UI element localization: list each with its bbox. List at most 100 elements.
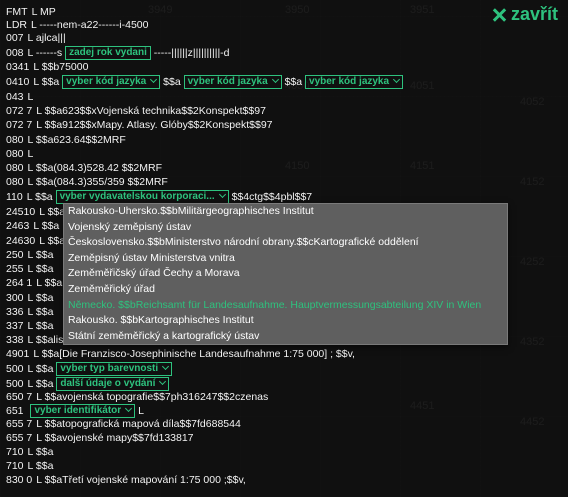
marc-tag: 080	[6, 148, 24, 160]
marc-line: 0341 L $$b75000	[6, 61, 88, 74]
marc-tag: 072 7	[6, 119, 33, 131]
marc-value: L $$a912$$xMapy. Atlasy. Glóby$$2Konspek…	[36, 119, 273, 131]
marc-tag: 336	[6, 306, 24, 318]
marc-line: 250 L $$a	[6, 249, 53, 262]
marc-line: 336 L $$a	[6, 306, 53, 319]
marc-line: 080 L $$a623.64$$2MRF	[6, 134, 126, 147]
marc-tag: 24630	[6, 235, 36, 247]
marc-tag: 655 7	[6, 418, 33, 430]
marc-tag: LDR	[6, 19, 28, 31]
marc-tag: 043	[6, 91, 24, 103]
marc-record-panel: zavřít FMT L MP LDR L -----nem-a22------i-…	[0, 0, 568, 497]
identifier-select[interactable]: vyber identifikátor	[30, 404, 136, 418]
marc-value: L -----nem-a22------i-4500	[31, 19, 149, 31]
marc-tag: 0410	[6, 75, 30, 88]
edition-info-select[interactable]: další údaje o vydání	[56, 377, 170, 391]
marc-line: 337 L $$a	[6, 320, 53, 333]
marc-line: 072 7L $$a912$$xMapy. Atlasy. Glóby$$2Ko…	[6, 119, 273, 132]
marc-tag: 007	[6, 32, 24, 44]
marc-value: L $$a	[26, 190, 53, 203]
marc-line: 651 vyber identifikátor L	[6, 404, 144, 418]
marc-tag: 710	[6, 460, 24, 472]
chevron-down-icon	[218, 190, 226, 199]
marc-line: 264 1L $$a	[6, 277, 62, 290]
marc-tag: 080	[6, 162, 24, 174]
marc-value: $$a	[284, 75, 303, 88]
marc-line: 008 L ------s zadej rok vydani -----|||||…	[6, 46, 230, 60]
marc-tag: 250	[6, 249, 24, 261]
publisher-dropdown-list: Rakousko-Uhersko.$$bMilitärgeographische…	[63, 203, 508, 346]
year-select[interactable]: zadej rok vydani	[65, 46, 151, 60]
marc-tag: 338	[6, 334, 24, 346]
marc-value: L	[27, 91, 34, 103]
color-type-select[interactable]: vyber typ barevnosti	[56, 362, 173, 376]
marc-tag: 2463	[6, 220, 30, 232]
dropdown-option[interactable]: Rakousko. $$bKartographisches Institut	[64, 313, 507, 329]
marc-tag: 651	[6, 404, 24, 417]
marc-value: L $$a(084.3)355/359 $$2MRF	[27, 176, 168, 188]
marc-value: L $$a(084.3)528.42 $$2MRF	[27, 162, 162, 174]
marc-line: 072 7L $$a623$$xVojenská technika$$2Kons…	[6, 105, 266, 118]
dropdown-option[interactable]: Československo.$$bMinisterstvo národní o…	[64, 235, 507, 251]
marc-value: L $$a	[27, 292, 54, 304]
dropdown-option[interactable]: Zeměměřičský úřad Čechy a Morava	[64, 266, 507, 282]
marc-line: 300 L $$a	[6, 292, 53, 305]
marc-value: -----||||||z||||||||||-d	[153, 46, 230, 59]
marc-value: L $$a623.64$$2MRF	[27, 134, 126, 146]
dropdown-option[interactable]: Zeměpisný ústav Ministerstva vnitra	[64, 251, 507, 267]
marc-value: L $$a	[36, 277, 63, 289]
dropdown-option[interactable]: Zeměměřický úřad	[64, 282, 507, 298]
marc-line: 080 L	[6, 148, 33, 161]
chevron-down-icon	[393, 75, 401, 84]
marc-value: L $$a	[27, 306, 54, 318]
publisher-select[interactable]: vyber vydavatelskou korporaci...	[55, 190, 229, 204]
marc-tag: 24510	[6, 206, 36, 218]
marc-value: L $$a	[27, 460, 54, 472]
dropdown-option[interactable]: Státní zeměměřický a kartografický ústav	[64, 329, 507, 345]
dropdown-option-highlighted[interactable]: Německo. $$bReichsamt für Landesaufnahme…	[64, 298, 507, 314]
marc-value: $$a	[163, 75, 181, 88]
marc-tag: 830 0	[6, 474, 33, 486]
marc-line: 24510 L $$a	[6, 206, 65, 219]
chevron-down-icon	[271, 75, 279, 84]
marc-line: 0410 L $$a vyber kód jazyka $$a vyber kód…	[6, 75, 404, 89]
dropdown-option[interactable]: Rakousko-Uhersko.$$bMilitärgeographische…	[64, 204, 507, 220]
close-label: zavřít	[510, 4, 558, 24]
dropdown-option[interactable]: Vojenský zeměpisný ústav	[64, 220, 507, 236]
marc-value: L ------s	[27, 46, 63, 59]
chevron-down-icon	[150, 75, 158, 84]
marc-value: L MP	[31, 6, 56, 18]
marc-tag: 500	[6, 362, 24, 375]
language-select[interactable]: vyber kód jazyka	[305, 75, 404, 89]
marc-value: L $$a	[27, 249, 54, 261]
marc-tag: 4901	[6, 348, 30, 360]
marc-line: LDR L -----nem-a22------i-4500	[6, 19, 148, 32]
marc-line: 255 L $$a	[6, 263, 53, 276]
language-select[interactable]: vyber kód jazyka	[183, 75, 282, 89]
marc-value: L $$a	[27, 362, 54, 375]
chevron-down-icon	[162, 362, 170, 371]
chevron-down-icon	[125, 404, 133, 413]
marc-tag: 337	[6, 320, 24, 332]
marc-tag: 080	[6, 176, 24, 188]
marc-line: 080 L $$a(084.3)355/359 $$2MRF	[6, 176, 168, 189]
marc-tag: 500	[6, 377, 24, 390]
marc-line: 2463 L $$a	[6, 220, 59, 233]
marc-line: 500 L $$a další údaje o vydání	[6, 377, 170, 391]
marc-value: L $$a	[39, 206, 66, 218]
marc-line: 4901 L $$a[Die Franzisco-Josephinische La…	[6, 348, 355, 361]
marc-tag: FMT	[6, 6, 28, 18]
marc-tag: 072 7	[6, 105, 33, 117]
marc-value: L $$b75000	[33, 61, 89, 73]
chevron-down-icon	[159, 377, 167, 386]
marc-tag: 008	[6, 46, 24, 59]
marc-value: L $$a	[27, 377, 54, 390]
marc-line: FMT L MP	[6, 6, 56, 19]
language-select[interactable]: vyber kód jazyka	[62, 75, 161, 89]
marc-value: L $$aTřetí vojenské mapování 1:75 000 ;$…	[36, 474, 246, 486]
marc-tag: 650 7	[6, 391, 33, 403]
close-button[interactable]: zavřít	[493, 4, 558, 25]
marc-value: L $$atopografická mapová díla$$7fd688544	[36, 418, 241, 430]
marc-line: 650 7L $$avojenská topografie$$7ph316247…	[6, 391, 268, 404]
marc-value: L $$a	[27, 263, 54, 275]
